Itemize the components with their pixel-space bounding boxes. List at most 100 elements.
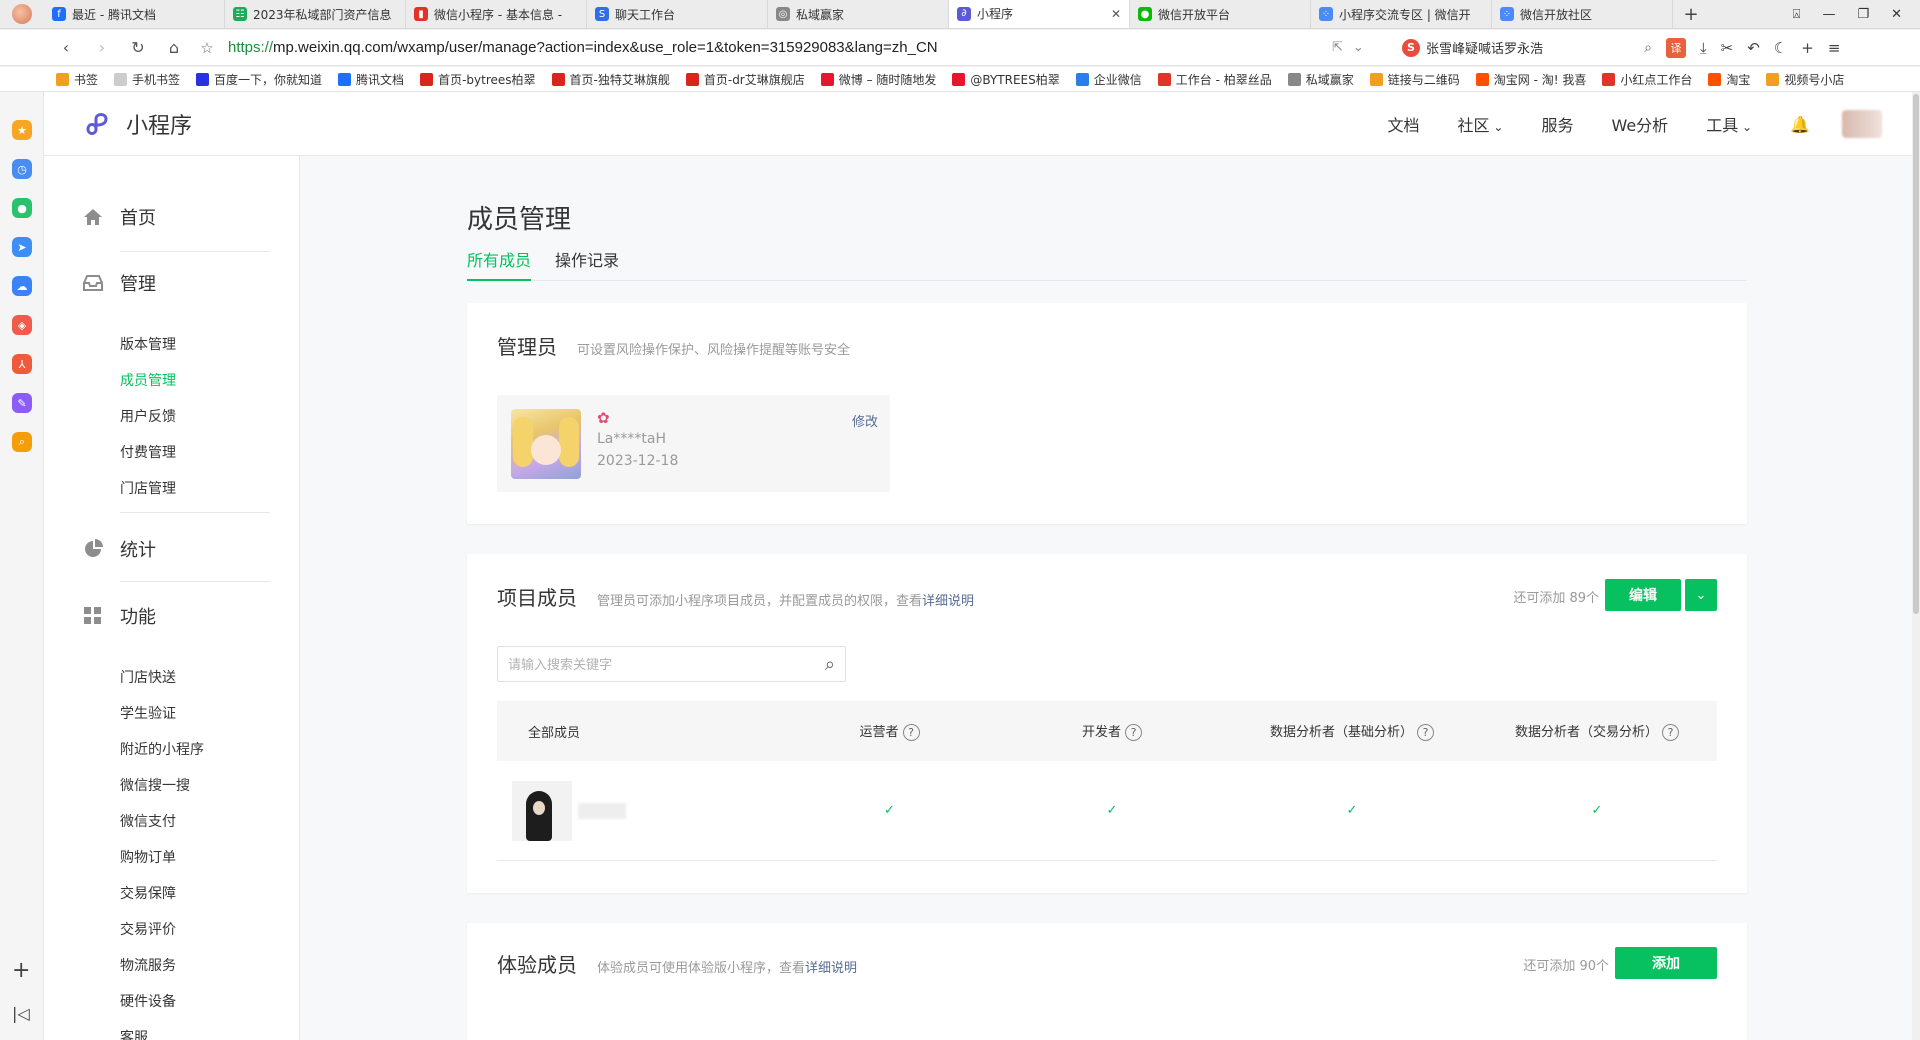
bookmark-item[interactable]: 首页-dr艾琳旗舰店: [685, 71, 805, 88]
bookmark-item[interactable]: 淘宝: [1708, 71, 1750, 88]
forward-icon[interactable]: ›: [84, 38, 120, 57]
search-icon[interactable]: ⌕: [825, 654, 835, 675]
edit-members-button[interactable]: 编辑: [1605, 579, 1681, 611]
add-icon[interactable]: +: [1801, 39, 1814, 57]
help-icon[interactable]: ?: [902, 724, 920, 741]
translate-icon[interactable]: 译: [1666, 37, 1686, 58]
scissors-icon[interactable]: ✂: [1721, 39, 1734, 57]
favorites-icon[interactable]: ★: [12, 120, 32, 140]
menu-community[interactable]: 社区: [1458, 112, 1504, 136]
search-engine-box[interactable]: S 张雪峰疑喊话罗永浩 ⌕: [1402, 35, 1652, 61]
close-window-icon[interactable]: ✕: [1891, 7, 1902, 22]
browser-tab[interactable]: ⁘ 微信开放社区: [1492, 0, 1673, 28]
bookmark-item[interactable]: 工作台 - 柏翠丝品: [1157, 71, 1272, 88]
menu-tools[interactable]: 工具: [1706, 112, 1752, 136]
history-icon[interactable]: ◷: [12, 159, 32, 179]
app-icon[interactable]: ◈: [12, 315, 32, 335]
nav-feature-item[interactable]: 微信支付: [120, 811, 176, 831]
nav-user-feedback[interactable]: 用户反馈: [120, 406, 176, 426]
bookmark-item[interactable]: 首页-bytrees柏翠: [420, 71, 536, 88]
bookmark-item[interactable]: 首页-独特艾琳旗舰: [551, 71, 670, 88]
menu-docs[interactable]: 文档: [1388, 112, 1420, 136]
nav-feature-item[interactable]: 附近的小程序: [120, 739, 204, 759]
nav-store-manage[interactable]: 门店管理: [120, 478, 176, 498]
sidebar-add-icon[interactable]: +: [12, 958, 30, 983]
browser-tab[interactable]: ⁘ 小程序交流专区 | 微信开: [1311, 0, 1492, 28]
nav-feature-item[interactable]: 客服: [120, 1027, 148, 1040]
pdf-icon[interactable]: ⅄: [12, 354, 32, 374]
reload-icon[interactable]: ↻: [120, 38, 156, 57]
new-tab-button[interactable]: +: [1673, 0, 1709, 28]
nav-version-manage[interactable]: 版本管理: [120, 334, 176, 354]
nav-feature-item[interactable]: 物流服务: [120, 955, 176, 975]
share-icon[interactable]: ⇱: [1332, 40, 1343, 55]
experience-details-link[interactable]: 详细说明: [805, 961, 857, 976]
cloud-icon[interactable]: ☁: [12, 276, 32, 296]
nav-feature-item[interactable]: 交易评价: [120, 919, 176, 939]
shirt-icon[interactable]: ⍓: [1793, 7, 1801, 22]
search-icon[interactable]: ⌕: [1644, 40, 1652, 56]
tab-operation-log[interactable]: 操作记录: [555, 248, 619, 281]
nav-feature-item[interactable]: 交易保障: [120, 883, 176, 903]
nav-feature-item[interactable]: 门店快送: [120, 667, 176, 687]
wechat-icon[interactable]: ●: [12, 198, 32, 218]
browser-logo[interactable]: [0, 0, 44, 28]
bookmark-item[interactable]: 百度一下，你就知道: [196, 71, 322, 88]
nav-features[interactable]: 功能: [82, 603, 156, 629]
browser-tab[interactable]: ▮ 微信小程序 - 基本信息 -: [406, 0, 587, 28]
help-icon[interactable]: ?: [1125, 724, 1142, 741]
menu-we-analysis[interactable]: We分析: [1611, 112, 1668, 136]
undo-icon[interactable]: ↶: [1747, 39, 1760, 57]
menu-service[interactable]: 服务: [1541, 112, 1573, 136]
bookmark-star-icon[interactable]: ☆: [192, 39, 222, 57]
minimize-icon[interactable]: —: [1822, 7, 1835, 22]
dropdown-icon[interactable]: ⌄: [1353, 40, 1364, 55]
chevron-down-icon[interactable]: ⌄: [1685, 579, 1717, 611]
nav-payment-manage[interactable]: 付费管理: [120, 442, 176, 462]
bookmark-item[interactable]: 链接与二维码: [1369, 71, 1460, 88]
member-search-input[interactable]: [508, 656, 825, 672]
tab-all-members[interactable]: 所有成员: [467, 248, 532, 281]
user-avatar[interactable]: [1842, 110, 1882, 138]
bell-icon[interactable]: 🔔: [1790, 115, 1810, 134]
add-experience-member-button[interactable]: 添加: [1615, 947, 1717, 979]
mini-program-logo[interactable]: 小程序: [82, 108, 192, 140]
nav-manage[interactable]: 管理: [82, 270, 156, 296]
nav-member-manage[interactable]: 成员管理: [120, 370, 176, 390]
search-tool-icon[interactable]: ⌕: [12, 432, 32, 452]
project-details-link[interactable]: 详细说明: [922, 594, 974, 609]
edit-icon[interactable]: ✎: [12, 393, 32, 413]
url-field[interactable]: https://mp.weixin.qq.com/wxamp/user/mana…: [222, 39, 1332, 56]
bookmark-item[interactable]: 企业微信: [1075, 71, 1142, 88]
bookmark-item[interactable]: 微博 – 随时随地发: [820, 71, 936, 88]
sidebar-collapse-icon[interactable]: |◁: [12, 1004, 30, 1023]
back-icon[interactable]: ‹: [48, 38, 84, 57]
bookmark-item[interactable]: 小红点工作台: [1602, 71, 1692, 88]
nav-feature-item[interactable]: 硬件设备: [120, 991, 176, 1011]
browser-tab[interactable]: f 最近 - 腾讯文档: [44, 0, 225, 28]
restore-icon[interactable]: ❐: [1857, 7, 1869, 22]
download-icon[interactable]: ⤓: [1700, 39, 1707, 57]
menu-icon[interactable]: ≡: [1828, 39, 1841, 57]
home-icon[interactable]: ⌂: [156, 38, 192, 57]
bookmark-item[interactable]: 视频号小店: [1766, 71, 1844, 88]
browser-tab[interactable]: ◎ 私域赢家: [768, 0, 949, 28]
nav-feature-item[interactable]: 购物订单: [120, 847, 176, 867]
nav-feature-item[interactable]: 学生验证: [120, 703, 176, 723]
close-tab-icon[interactable]: ✕: [1111, 7, 1121, 21]
browser-tab[interactable]: S 聊天工作台: [587, 0, 768, 28]
night-mode-icon[interactable]: ☾: [1774, 39, 1787, 57]
bookmark-item[interactable]: 书签: [56, 71, 98, 88]
bookmark-item[interactable]: @BYTREES柏翠: [952, 71, 1060, 88]
browser-tab[interactable]: ∂ 小程序 ✕: [949, 0, 1130, 28]
bookmark-item[interactable]: 私域赢家: [1287, 71, 1354, 88]
browser-tab[interactable]: ☷ 2023年私域部门资产信息: [225, 0, 406, 28]
nav-home[interactable]: 首页: [82, 204, 156, 230]
bookmark-item[interactable]: 手机书签: [114, 71, 180, 88]
bookmark-item[interactable]: 腾讯文档: [338, 71, 404, 88]
nav-statistics[interactable]: 统计: [82, 536, 156, 562]
bookmark-item[interactable]: 淘宝网 - 淘! 我喜: [1475, 71, 1586, 88]
help-icon[interactable]: ?: [1417, 724, 1434, 741]
browser-tab[interactable]: ● 微信开放平台: [1130, 0, 1311, 28]
send-icon[interactable]: ➤: [12, 237, 32, 257]
